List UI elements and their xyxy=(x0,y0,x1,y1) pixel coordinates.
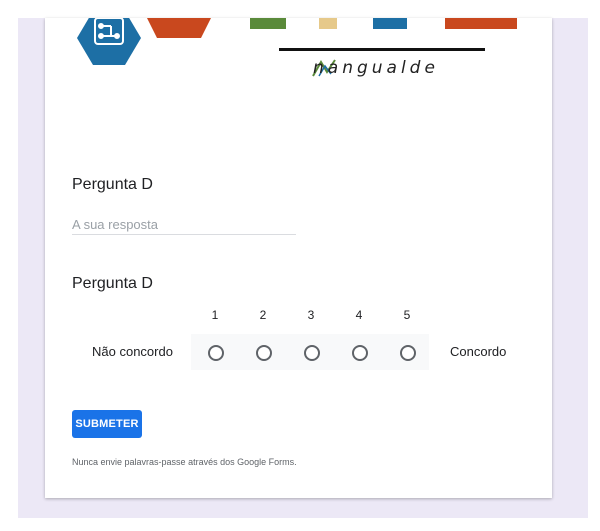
orange-shape xyxy=(147,18,211,38)
scale-radio-2[interactable] xyxy=(256,345,272,361)
question-1-title: Pergunta D xyxy=(72,176,153,193)
scale-radio-4[interactable] xyxy=(352,345,368,361)
scale-radio-5[interactable] xyxy=(400,345,416,361)
scale-number-3: 3 xyxy=(307,308,315,322)
scale-min-label: Não concordo xyxy=(92,344,173,359)
form-card: nangualde Pergunta D Pergunta D 1 2 3 4 … xyxy=(45,18,552,498)
form-banner: nangualde xyxy=(45,18,552,98)
scale-radio-1[interactable] xyxy=(208,345,224,361)
password-warning: Nunca envie palavras-passe através dos G… xyxy=(72,457,297,467)
scale-number-2: 2 xyxy=(259,308,267,322)
scale-number-4: 4 xyxy=(355,308,363,322)
answer-input[interactable] xyxy=(72,214,296,235)
red-letter-shape xyxy=(445,18,517,29)
brand-text: nangualde xyxy=(313,58,439,78)
scale-number-5: 5 xyxy=(403,308,411,322)
banner-graphic xyxy=(77,18,517,77)
scale-radio-3[interactable] xyxy=(304,345,320,361)
question-2-title: Pergunta D xyxy=(72,275,153,292)
brand-underline xyxy=(279,48,485,51)
green-letter-shape xyxy=(250,18,286,29)
sand-letter-shape xyxy=(319,18,337,29)
submit-button[interactable]: SUBMETER xyxy=(72,410,142,438)
scale-number-1: 1 xyxy=(211,308,219,322)
blue-letter-shape xyxy=(373,18,407,29)
scale-max-label: Concordo xyxy=(450,344,507,359)
